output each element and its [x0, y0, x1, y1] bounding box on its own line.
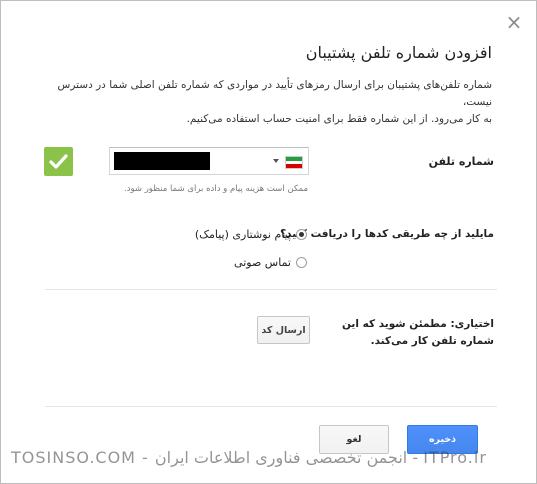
dialog-title: افزودن شماره تلفن پشتیبان	[305, 43, 492, 62]
voice-call-radio[interactable]	[296, 256, 307, 268]
add-backup-phone-dialog: × افزودن شماره تلفن پشتیبان شماره تلفن‌ه…	[0, 0, 537, 484]
optional-line-1: اختیاری: مطمئن شوید که این	[341, 318, 494, 330]
option-sms[interactable]: پیام نوشتاری (پیامک)	[195, 226, 307, 242]
close-icon[interactable]: ×	[505, 12, 523, 32]
send-code-button[interactable]: ارسال کد	[257, 316, 310, 344]
option-sms-label: پیام نوشتاری (پیامک)	[194, 227, 291, 241]
phone-number-label: شماره تلفن	[428, 155, 494, 168]
description-line-2: به کار می‌رود. از این شماره فقط برای امن…	[186, 113, 492, 125]
phone-number-value[interactable]	[114, 152, 210, 170]
divider	[45, 289, 497, 290]
dialog-description: شماره تلفن‌های پشتیبان برای ارسال رمزهای…	[37, 77, 492, 128]
delivery-method-question: مایلید از چه طریقی کدها را دریافت کنید؟	[280, 228, 494, 240]
sms-radio[interactable]	[296, 228, 307, 240]
option-voice-call[interactable]: تماس صوتی	[234, 254, 307, 270]
chevron-down-icon	[273, 159, 279, 163]
watermark: TOSINSO.COM - انجمن تخصصی فناوری اطلاعات…	[11, 448, 487, 467]
optional-line-2: شماره تلفن کار می‌کند.	[370, 335, 494, 347]
phone-number-input[interactable]	[109, 147, 309, 175]
sms-charge-hint: ممکن است هزینه پیام و داده برای شما منظو…	[124, 184, 308, 194]
iran-flag-icon	[285, 156, 303, 169]
country-select[interactable]	[268, 148, 308, 174]
description-line-1: شماره تلفن‌های پشتیبان برای ارسال رمزهای…	[57, 79, 492, 108]
checkmark-icon	[44, 147, 73, 176]
divider	[45, 406, 497, 407]
optional-test-text: اختیاری: مطمئن شوید که این شماره تلفن کا…	[334, 316, 494, 350]
option-voice-call-label: تماس صوتی	[234, 255, 291, 269]
